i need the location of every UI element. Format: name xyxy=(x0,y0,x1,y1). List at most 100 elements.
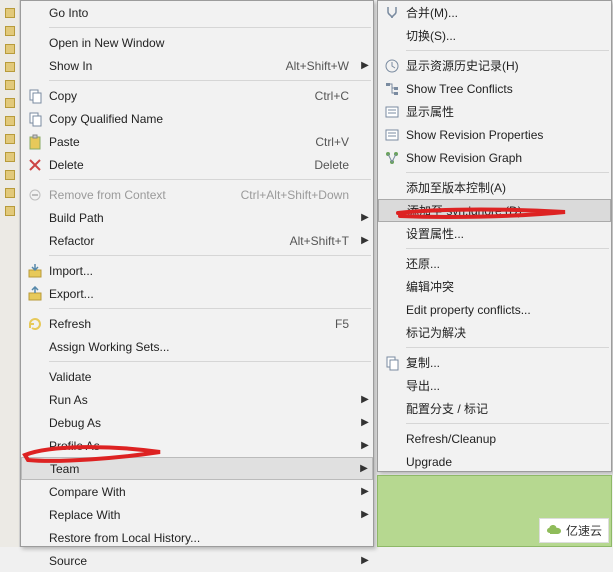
menu-item-label: Refactor xyxy=(49,234,290,248)
submenu-arrow-icon: ▶ xyxy=(357,394,373,405)
copy-icon xyxy=(378,355,406,371)
remove-icon xyxy=(21,187,49,203)
menu-separator xyxy=(49,27,371,28)
menu-item-label: Upgrade xyxy=(406,455,595,469)
menu-item[interactable]: Import... xyxy=(21,259,373,282)
menu-item[interactable]: Profile As▶ xyxy=(21,434,373,457)
menu-item[interactable]: PasteCtrl+V xyxy=(21,130,373,153)
menu-item[interactable]: 复制... xyxy=(378,351,611,374)
menu-item[interactable]: Debug As▶ xyxy=(21,411,373,434)
menu-item-label: Delete xyxy=(49,158,314,172)
menu-item-shortcut: Ctrl+Alt+Shift+Down xyxy=(241,188,357,202)
graph-icon xyxy=(378,150,406,166)
menu-item-label: 添加至 svn:ignore (D) xyxy=(407,202,594,219)
menu-item[interactable]: 还原... xyxy=(378,252,611,275)
menu-item-label: Open in New Window xyxy=(49,36,357,50)
menu-item-label: Restore from Local History... xyxy=(49,531,357,545)
menu-item[interactable]: Copy Qualified Name xyxy=(21,107,373,130)
menu-item[interactable]: Show Tree Conflicts xyxy=(378,77,611,100)
menu-item[interactable]: 切换(S)... xyxy=(378,24,611,47)
submenu-arrow-icon: ▶ xyxy=(357,509,373,520)
menu-item: Remove from ContextCtrl+Alt+Shift+Down xyxy=(21,183,373,206)
menu-item-label: Edit property conflicts... xyxy=(406,303,595,317)
menu-separator xyxy=(406,172,609,173)
menu-item-label: Refresh/Cleanup xyxy=(406,432,595,446)
menu-item[interactable]: Assign Working Sets... xyxy=(21,335,373,358)
menu-item[interactable]: RefreshF5 xyxy=(21,312,373,335)
menu-item-label: Source xyxy=(49,554,357,568)
menu-item-label: Paste xyxy=(49,135,315,149)
menu-item-label: Run As xyxy=(49,393,357,407)
menu-item[interactable]: Go Into xyxy=(21,1,373,24)
menu-item[interactable]: Open in New Window xyxy=(21,31,373,54)
menu-item-label: 配置分支 / 标记 xyxy=(406,400,595,417)
menu-separator xyxy=(406,347,609,348)
menu-item[interactable]: Team▶ xyxy=(21,457,373,480)
delete-icon xyxy=(21,157,49,173)
tree-icon xyxy=(378,81,406,97)
menu-item-label: Show Revision Properties xyxy=(406,128,595,142)
menu-item[interactable]: Refresh/Cleanup xyxy=(378,427,611,450)
menu-item[interactable]: 配置分支 / 标记 xyxy=(378,397,611,420)
menu-item[interactable]: Edit property conflicts... xyxy=(378,298,611,321)
menu-item-label: 导出... xyxy=(406,377,595,394)
menu-item[interactable]: Compare With▶ xyxy=(21,480,373,503)
menu-item-label: 标记为解决 xyxy=(406,324,595,341)
menu-separator xyxy=(406,248,609,249)
menu-item-label: 显示资源历史记录(H) xyxy=(406,57,595,74)
menu-item[interactable]: 设置属性... xyxy=(378,222,611,245)
context-menu: Go Into Open in New Window Show InAlt+Sh… xyxy=(20,0,374,547)
menu-item-shortcut: F5 xyxy=(335,317,357,331)
editor-gutter xyxy=(0,0,20,547)
menu-item[interactable]: Export... xyxy=(21,282,373,305)
menu-item-label: 添加至版本控制(A) xyxy=(406,179,595,196)
menu-item[interactable]: 添加至版本控制(A) xyxy=(378,176,611,199)
menu-item[interactable]: 添加至 svn:ignore (D) xyxy=(378,199,611,222)
menu-item[interactable]: RefactorAlt+Shift+T▶ xyxy=(21,229,373,252)
menu-item[interactable]: Run As▶ xyxy=(21,388,373,411)
menu-item[interactable]: Restore from Local History... xyxy=(21,526,373,549)
menu-item[interactable]: Source▶ xyxy=(21,549,373,572)
watermark-logo: 亿速云 xyxy=(539,518,609,543)
menu-item-label: Remove from Context xyxy=(49,188,241,202)
menu-separator xyxy=(406,423,609,424)
menu-item[interactable]: 编辑冲突 xyxy=(378,275,611,298)
menu-separator xyxy=(49,361,371,362)
menu-item[interactable]: Show InAlt+Shift+W▶ xyxy=(21,54,373,77)
submenu-arrow-icon: ▶ xyxy=(357,555,373,566)
menu-item-label: Validate xyxy=(49,370,357,384)
submenu-arrow-icon: ▶ xyxy=(357,212,373,223)
menu-item-label: Debug As xyxy=(49,416,357,430)
menu-item-shortcut: Delete xyxy=(314,158,357,172)
history-icon xyxy=(378,58,406,74)
menu-item[interactable]: CopyCtrl+C xyxy=(21,84,373,107)
props-icon xyxy=(378,104,406,120)
menu-item[interactable]: DeleteDelete xyxy=(21,153,373,176)
copy-icon xyxy=(21,111,49,127)
menu-item-label: Import... xyxy=(49,264,357,278)
props-icon xyxy=(378,127,406,143)
menu-item[interactable]: Upgrade xyxy=(378,450,611,473)
menu-item[interactable]: 显示属性 xyxy=(378,100,611,123)
team-submenu: 合并(M)... 切换(S)... 显示资源历史记录(H) Show Tree … xyxy=(377,0,612,472)
menu-item-label: Profile As xyxy=(49,439,357,453)
menu-item[interactable]: 标记为解决 xyxy=(378,321,611,344)
menu-item[interactable]: Show Revision Properties xyxy=(378,123,611,146)
menu-item[interactable]: Validate xyxy=(21,365,373,388)
watermark-text: 亿速云 xyxy=(566,522,602,539)
menu-item[interactable]: 合并(M)... xyxy=(378,1,611,24)
submenu-arrow-icon: ▶ xyxy=(356,463,372,474)
menu-item[interactable]: 导出... xyxy=(378,374,611,397)
menu-item[interactable]: 显示资源历史记录(H) xyxy=(378,54,611,77)
menu-item-label: 设置属性... xyxy=(406,225,595,242)
menu-item-label: 合并(M)... xyxy=(406,4,595,21)
menu-item[interactable]: Replace With▶ xyxy=(21,503,373,526)
copy-icon xyxy=(21,88,49,104)
menu-separator xyxy=(49,80,371,81)
merge-icon xyxy=(378,5,406,21)
menu-separator xyxy=(406,50,609,51)
menu-item-label: 切换(S)... xyxy=(406,27,595,44)
menu-item-label: Copy Qualified Name xyxy=(49,112,357,126)
menu-item[interactable]: Show Revision Graph xyxy=(378,146,611,169)
menu-item[interactable]: Build Path▶ xyxy=(21,206,373,229)
